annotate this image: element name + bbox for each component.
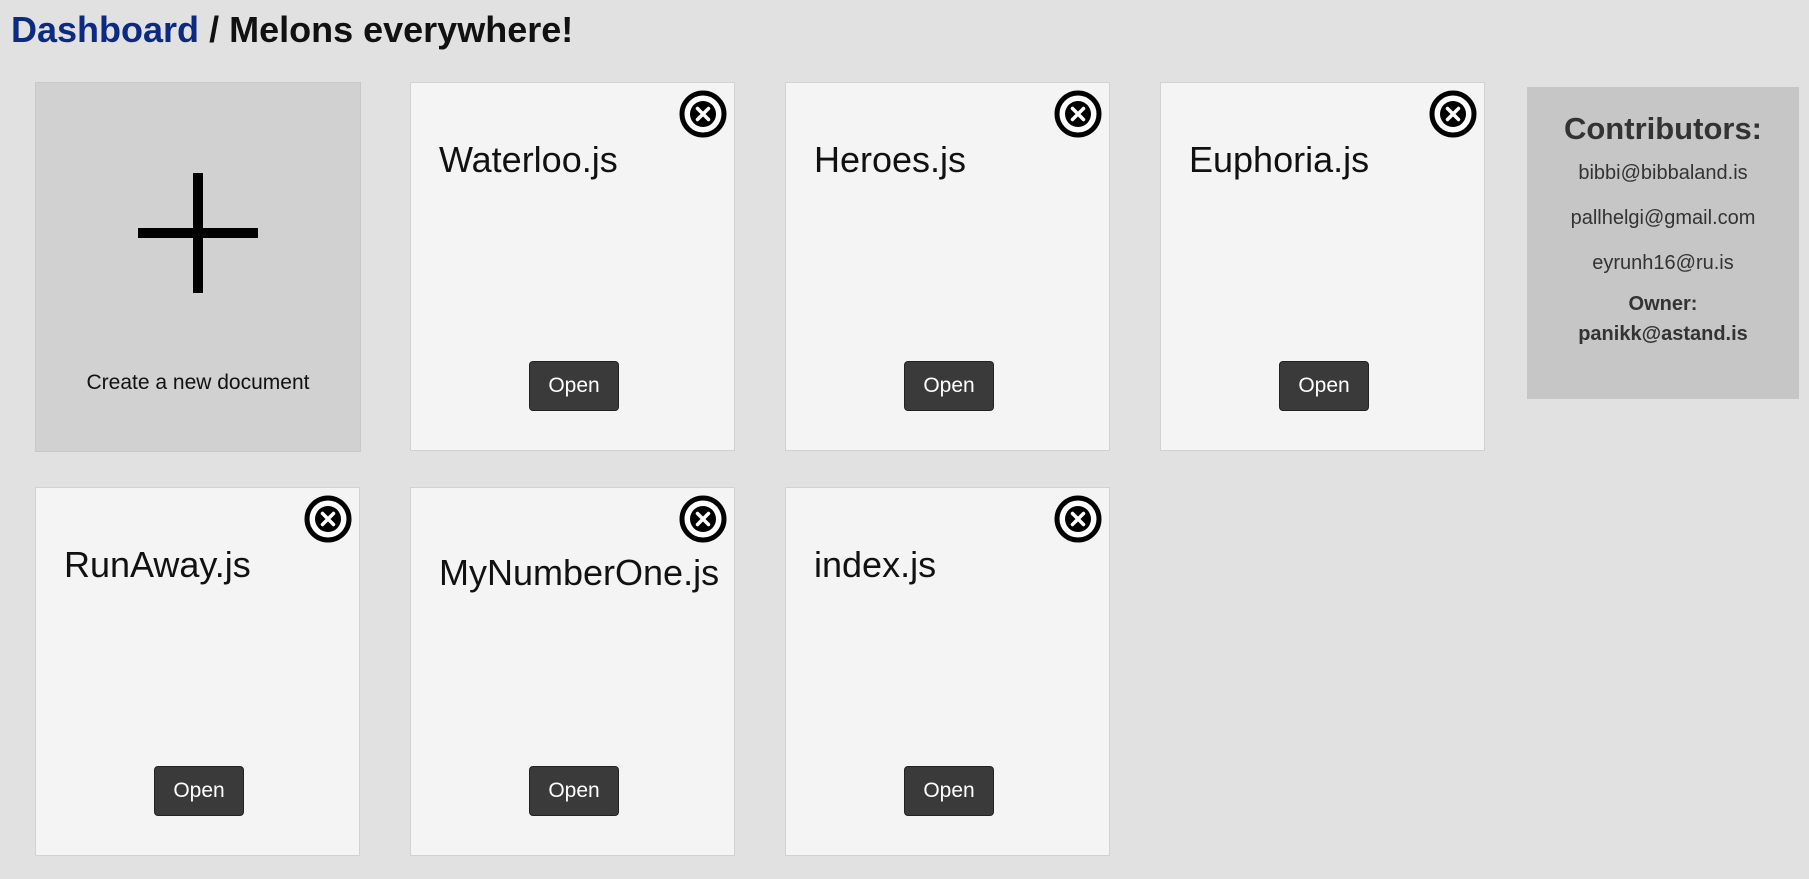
open-button[interactable]: Open bbox=[1279, 361, 1369, 411]
open-button[interactable]: Open bbox=[904, 361, 994, 411]
breadcrumb-separator: / bbox=[209, 9, 220, 50]
document-name: RunAway.js bbox=[64, 544, 251, 585]
owner-email: panikk@astand.is bbox=[1578, 323, 1748, 345]
contributor-email: pallhelgi@gmail.com bbox=[1570, 207, 1756, 229]
plus-icon bbox=[138, 173, 258, 293]
document-name: index.js bbox=[814, 544, 937, 585]
document-card: Euphoria.js Open bbox=[1160, 82, 1485, 451]
contributors-title: Contributors: bbox=[1563, 111, 1763, 146]
close-circle-icon[interactable] bbox=[1053, 494, 1103, 544]
close-circle-icon[interactable] bbox=[678, 89, 728, 139]
open-button[interactable]: Open bbox=[904, 766, 994, 816]
document-card: Waterloo.js Open bbox=[410, 82, 735, 451]
breadcrumb: Dashboard / Melons everywhere! bbox=[11, 8, 573, 52]
dashboard-page: Dashboard / Melons everywhere! Create a … bbox=[0, 0, 1809, 879]
contributors-panel: Contributors: bibbi@bibbaland.is pallhel… bbox=[1527, 87, 1799, 399]
document-card: Heroes.js Open bbox=[785, 82, 1110, 451]
open-button[interactable]: Open bbox=[154, 766, 244, 816]
document-card: RunAway.js Open bbox=[35, 487, 360, 856]
document-name: MyNumberOne.js bbox=[439, 552, 720, 593]
close-circle-icon[interactable] bbox=[1428, 89, 1478, 139]
create-document-card[interactable]: Create a new document bbox=[35, 82, 361, 452]
close-circle-icon[interactable] bbox=[303, 494, 353, 544]
document-name: Waterloo.js bbox=[439, 139, 618, 180]
document-name: Heroes.js bbox=[814, 139, 967, 180]
breadcrumb-dashboard-link[interactable]: Dashboard bbox=[11, 9, 199, 50]
document-card: index.js Open bbox=[785, 487, 1110, 856]
open-button[interactable]: Open bbox=[529, 361, 619, 411]
project-title: Melons everywhere! bbox=[229, 9, 574, 50]
contributor-email: eyrunh16@ru.is bbox=[1592, 252, 1734, 274]
open-button[interactable]: Open bbox=[529, 766, 619, 816]
contributor-email: bibbi@bibbaland.is bbox=[1578, 162, 1748, 184]
document-card: MyNumberOne.js Open bbox=[410, 487, 735, 856]
create-document-label: Create a new document bbox=[86, 371, 310, 394]
owner-label: Owner: bbox=[1628, 293, 1698, 315]
close-circle-icon[interactable] bbox=[1053, 89, 1103, 139]
close-circle-icon[interactable] bbox=[678, 494, 728, 544]
document-name: Euphoria.js bbox=[1189, 139, 1370, 180]
